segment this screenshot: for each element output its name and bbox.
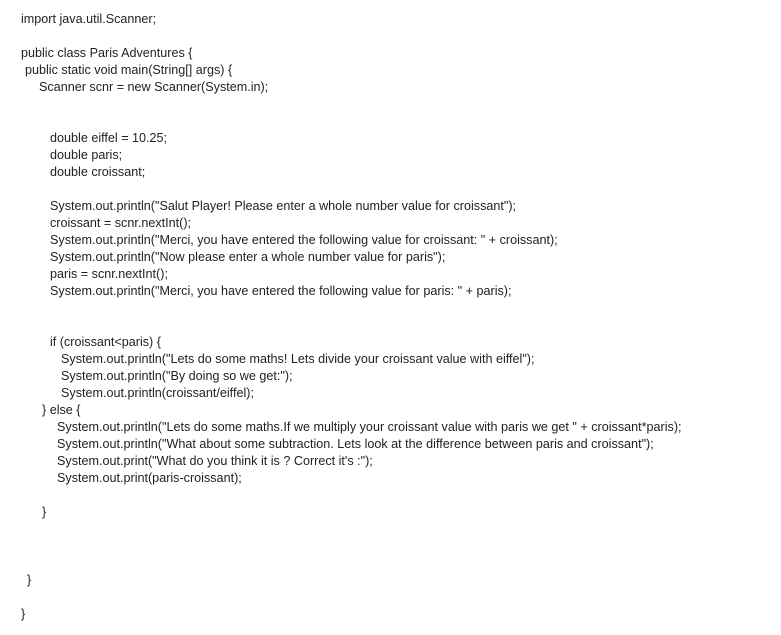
code-line-paris-decl: double paris; bbox=[50, 148, 123, 162]
code-line-else-print-1: System.out.println("Lets do some maths.I… bbox=[57, 420, 682, 434]
code-line-if: if (croissant<paris) { bbox=[50, 335, 161, 349]
code-line-class-declaration: public class Paris Adventures { bbox=[21, 46, 193, 60]
code-line-eiffel: double eiffel = 10.25; bbox=[50, 131, 168, 145]
code-line-prompt-paris: System.out.println("Now please enter a w… bbox=[50, 250, 446, 264]
code-line-read-croissant: croissant = scnr.nextInt(); bbox=[50, 216, 192, 230]
code-line-prompt-croissant: System.out.println("Salut Player! Please… bbox=[50, 199, 517, 213]
code-line-else-print-3: System.out.print("What do you think it i… bbox=[57, 454, 373, 468]
code-line-else: } else { bbox=[42, 403, 81, 417]
code-line-echo-croissant: System.out.println("Merci, you have ente… bbox=[50, 233, 558, 247]
code-document: import java.util.Scanner; public class P… bbox=[0, 0, 781, 635]
code-line-close-class: } bbox=[21, 607, 26, 621]
code-line-close-else: } bbox=[42, 505, 47, 519]
code-line-else-print-4: System.out.print(paris-croissant); bbox=[57, 471, 242, 485]
code-line-read-paris: paris = scnr.nextInt(); bbox=[50, 267, 168, 281]
code-line-if-print-1: System.out.println("Lets do some maths! … bbox=[61, 352, 535, 366]
code-line-if-print-3: System.out.println(croissant/eiffel); bbox=[61, 386, 254, 400]
code-line-close-main: } bbox=[27, 573, 32, 587]
code-line-croissant-decl: double croissant; bbox=[50, 165, 146, 179]
code-line-echo-paris: System.out.println("Merci, you have ente… bbox=[50, 284, 512, 298]
code-line-scanner: Scanner scnr = new Scanner(System.in); bbox=[39, 80, 269, 94]
code-line-else-print-2: System.out.println("What about some subt… bbox=[57, 437, 654, 451]
code-line-main-method: public static void main(String[] args) { bbox=[25, 63, 233, 77]
code-line-if-print-2: System.out.println("By doing so we get:"… bbox=[61, 369, 293, 383]
code-line-import: import java.util.Scanner; bbox=[21, 12, 157, 26]
